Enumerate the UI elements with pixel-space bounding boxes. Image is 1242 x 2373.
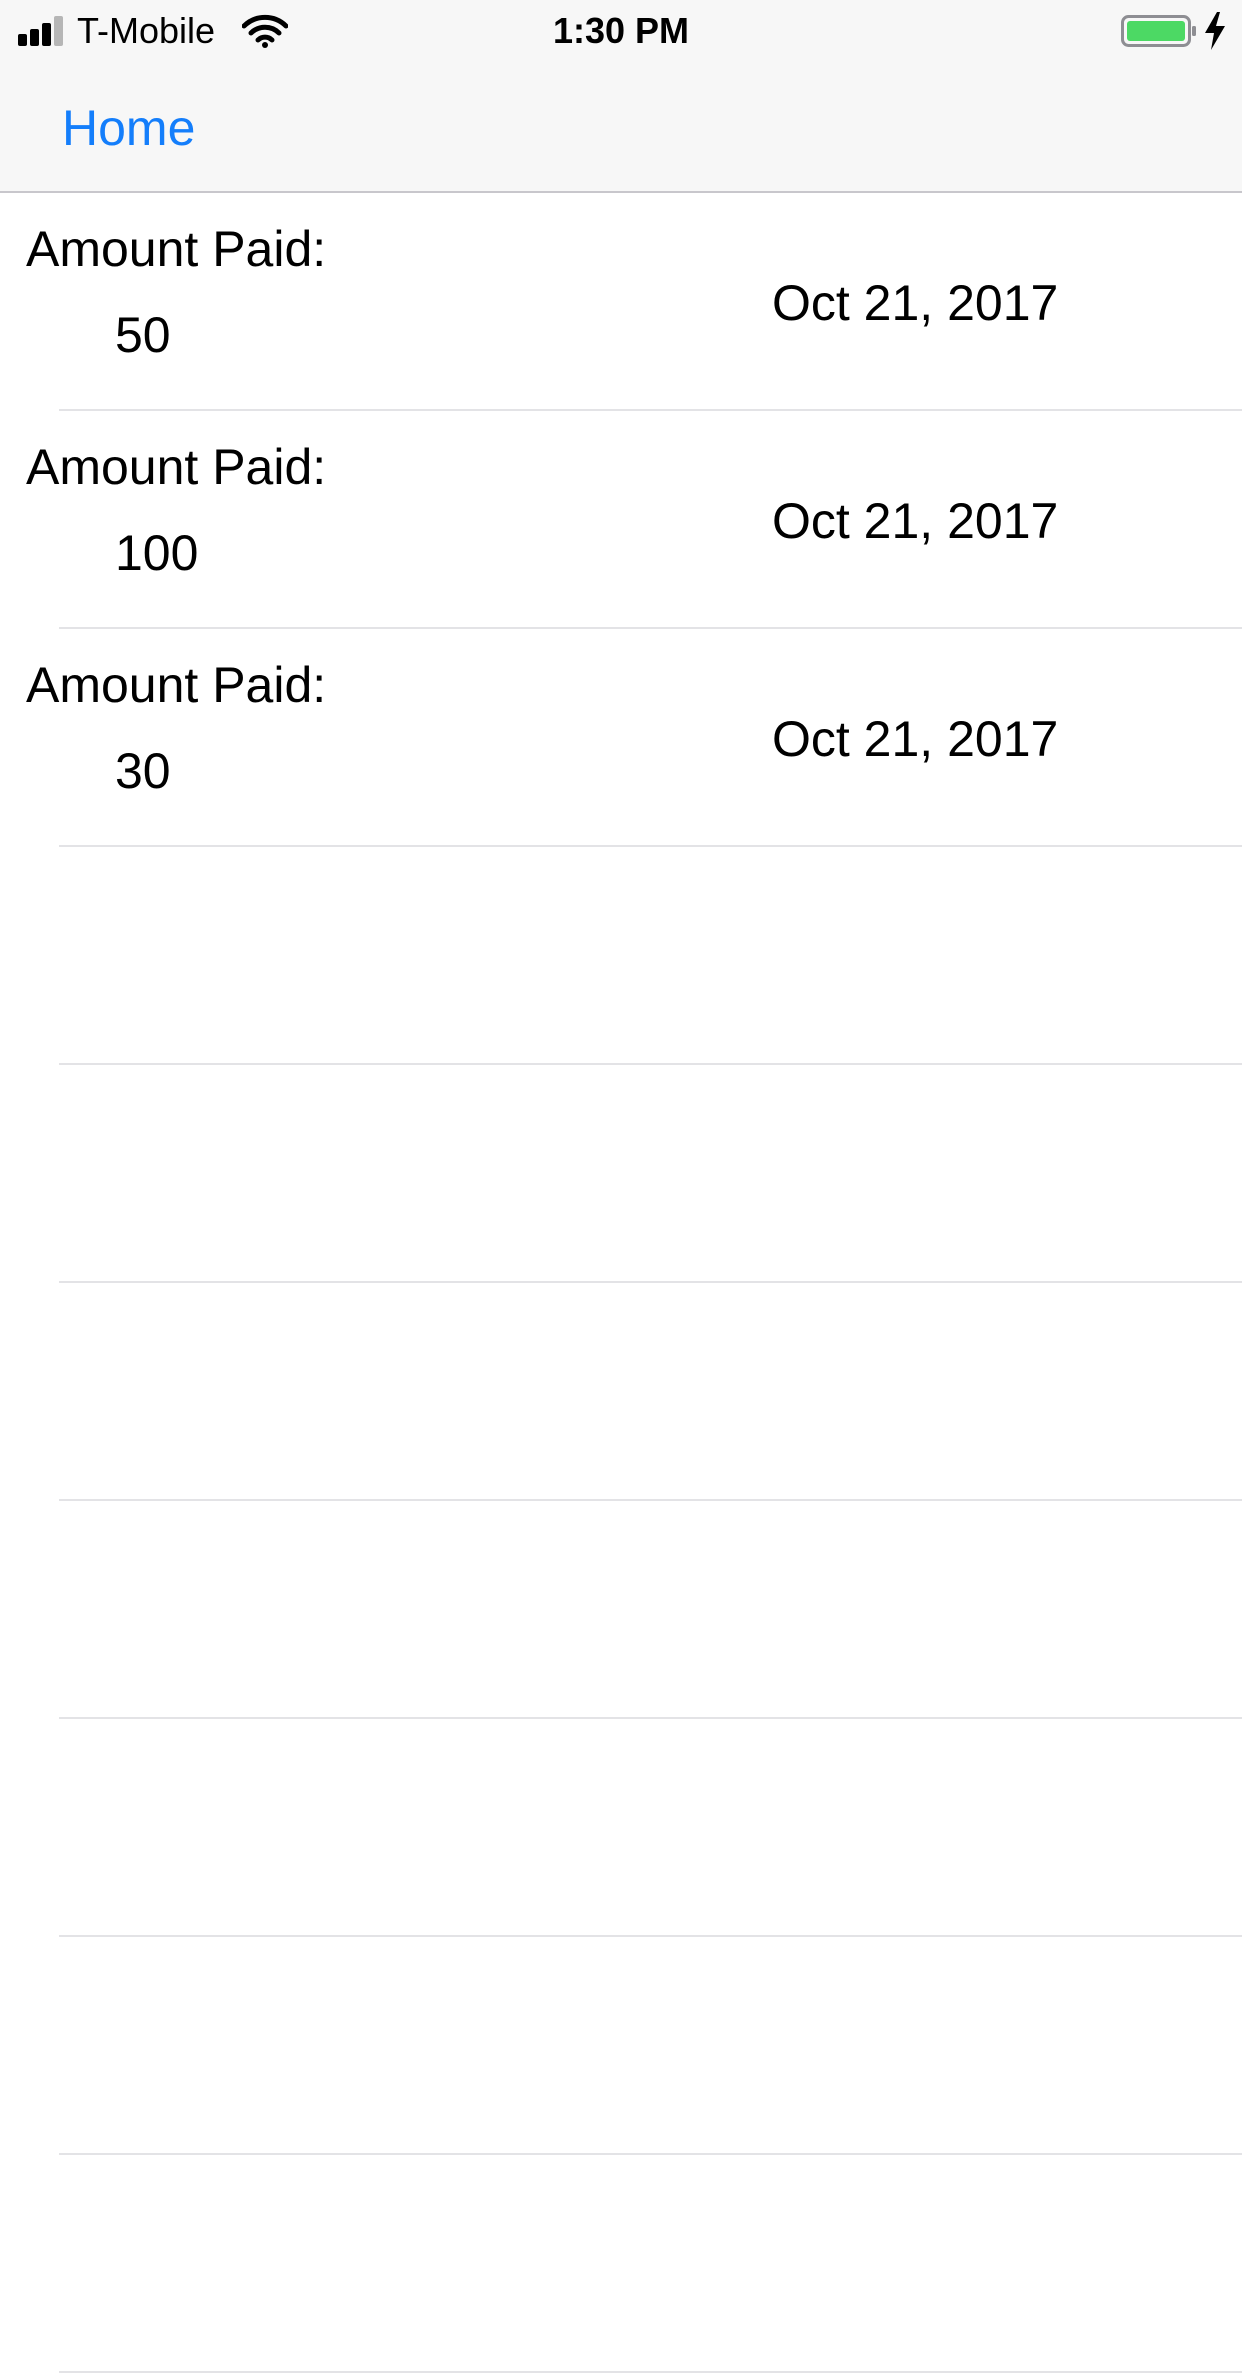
- payment-row[interactable]: Amount Paid: 100 Oct 21, 2017: [0, 411, 1242, 629]
- empty-table-row: [0, 1283, 1242, 1501]
- payments-table: Amount Paid: 50 Oct 21, 2017 Amount Paid…: [0, 193, 1242, 2373]
- empty-table-row: [0, 847, 1242, 1065]
- status-bar: T-Mobile 1:30 PM: [0, 0, 1242, 60]
- navigation-bar: Home: [0, 60, 1242, 193]
- payment-row[interactable]: Amount Paid: 50 Oct 21, 2017: [0, 193, 1242, 411]
- empty-table-row: [0, 1065, 1242, 1283]
- payment-date: Oct 21, 2017: [772, 711, 1059, 767]
- payment-date: Oct 21, 2017: [772, 275, 1059, 331]
- payment-row[interactable]: Amount Paid: 30 Oct 21, 2017: [0, 629, 1242, 847]
- empty-table-row: [0, 1719, 1242, 1937]
- payment-date: Oct 21, 2017: [772, 493, 1059, 549]
- home-back-button[interactable]: Home: [62, 100, 195, 156]
- status-time: 1:30 PM: [552, 10, 690, 51]
- empty-table-row: [0, 2155, 1242, 2373]
- amount-paid-value: 30: [115, 743, 171, 799]
- empty-table-row: [0, 1937, 1242, 2155]
- empty-table-row: [0, 1501, 1242, 1719]
- amount-paid-label: Amount Paid:: [26, 657, 327, 713]
- charging-bolt-icon: [1205, 12, 1225, 50]
- amount-paid-label: Amount Paid:: [26, 221, 327, 277]
- battery-icon: [1121, 15, 1196, 47]
- amount-paid-label: Amount Paid:: [26, 439, 327, 495]
- amount-paid-value: 50: [115, 307, 171, 363]
- amount-paid-value: 100: [115, 525, 199, 581]
